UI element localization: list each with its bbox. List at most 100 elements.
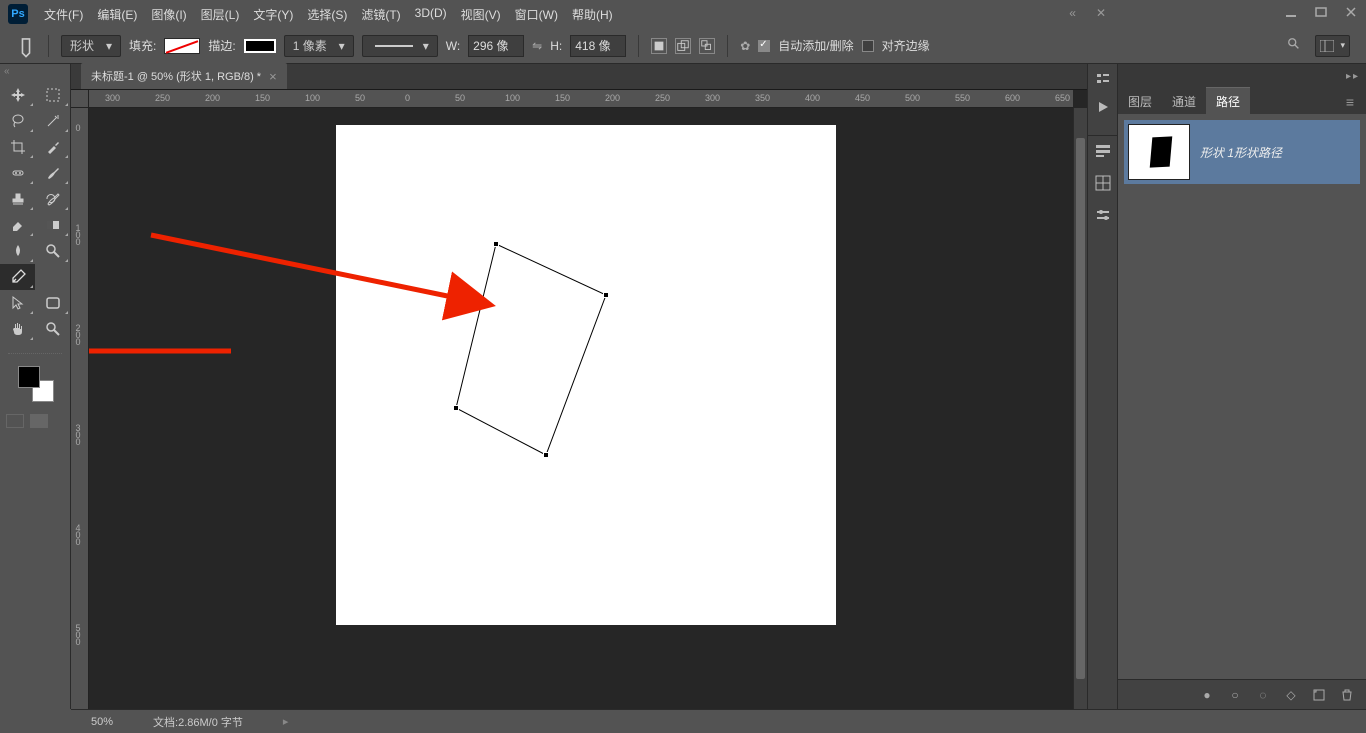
zoom-tool[interactable] bbox=[35, 316, 70, 342]
app-logo: Ps bbox=[8, 4, 28, 24]
options-bar: 形状▾ 填充: 描边: 1 像素▾ ▾ W: 296 像 ⇋ H: 418 像 … bbox=[0, 28, 1366, 64]
dock-icon-char[interactable] bbox=[1093, 174, 1113, 192]
tab-title: 未标题-1 @ 50% (形状 1, RGB/8) * bbox=[91, 68, 261, 84]
menu-3d[interactable]: 3D(D) bbox=[409, 2, 453, 27]
separator bbox=[727, 35, 728, 57]
stroke-width-dropdown[interactable]: 1 像素▾ bbox=[284, 35, 354, 57]
window-controls bbox=[1282, 4, 1360, 20]
move-tool[interactable] bbox=[0, 82, 35, 108]
dock-icon-1[interactable] bbox=[1093, 70, 1113, 88]
new-path-icon[interactable] bbox=[1312, 688, 1326, 702]
blur-tool[interactable] bbox=[0, 238, 35, 264]
search-icon[interactable] bbox=[1287, 37, 1301, 54]
make-path-icon[interactable]: ◇ bbox=[1284, 688, 1298, 702]
tab-channels[interactable]: 通道 bbox=[1162, 88, 1206, 114]
eraser-tool[interactable] bbox=[0, 212, 35, 238]
width-input[interactable]: 296 像 bbox=[468, 35, 524, 57]
menu-edit[interactable]: 编辑(E) bbox=[91, 2, 143, 27]
height-input[interactable]: 418 像 bbox=[570, 35, 626, 57]
fill-path-icon[interactable]: ● bbox=[1200, 688, 1214, 702]
path-op-icon-1[interactable] bbox=[651, 38, 667, 54]
lasso-tool[interactable] bbox=[0, 108, 35, 134]
close-icon[interactable]: ✕ bbox=[1096, 6, 1106, 20]
path-select-tool[interactable] bbox=[0, 290, 35, 316]
dock-icon-adjust[interactable] bbox=[1093, 206, 1113, 224]
canvas[interactable] bbox=[336, 125, 836, 625]
history-brush-tool[interactable] bbox=[35, 186, 70, 212]
menu-view[interactable]: 视图(V) bbox=[455, 2, 507, 27]
collapse-icon[interactable]: ▸▸ bbox=[1346, 71, 1360, 82]
tab-paths[interactable]: 路径 bbox=[1206, 87, 1250, 114]
toolbox-collapse-icon[interactable]: « bbox=[4, 66, 16, 76]
anchor-point[interactable] bbox=[543, 452, 549, 458]
anchor-point[interactable] bbox=[453, 405, 459, 411]
mode-dropdown[interactable]: 形状▾ bbox=[61, 35, 121, 57]
foreground-color[interactable] bbox=[18, 366, 40, 388]
vertical-scrollbar[interactable] bbox=[1073, 108, 1087, 709]
vertical-ruler: 0 100 200 300 400 500 600 bbox=[71, 108, 89, 709]
menu-window[interactable]: 窗口(W) bbox=[509, 2, 564, 27]
path-op-icon-2[interactable] bbox=[675, 38, 691, 54]
path-name[interactable]: 形状 1形状路径 bbox=[1200, 144, 1282, 161]
dock-icon-history[interactable] bbox=[1093, 142, 1113, 160]
marquee-tool[interactable] bbox=[35, 82, 70, 108]
document-tab[interactable]: 未标题-1 @ 50% (形状 1, RGB/8) * × bbox=[81, 63, 287, 89]
close-button[interactable] bbox=[1342, 4, 1360, 20]
path-thumbnail bbox=[1128, 124, 1190, 180]
paths-panel: 形状 1形状路径 bbox=[1118, 114, 1366, 679]
brush-tool[interactable] bbox=[35, 160, 70, 186]
color-swatches bbox=[0, 366, 70, 402]
stroke-path-icon[interactable]: ○ bbox=[1228, 688, 1242, 702]
hand-tool[interactable] bbox=[0, 316, 35, 342]
gear-icon[interactable]: ✿ bbox=[740, 39, 750, 53]
menu-layer[interactable]: 图层(L) bbox=[195, 2, 246, 27]
panel-tabs: 图层 通道 路径 ≡ bbox=[1118, 88, 1366, 114]
w-label: W: bbox=[446, 39, 460, 53]
stamp-tool[interactable] bbox=[0, 186, 35, 212]
wand-tool[interactable] bbox=[35, 108, 70, 134]
menu-select[interactable]: 选择(S) bbox=[301, 2, 353, 27]
minimize-button[interactable] bbox=[1282, 4, 1300, 20]
rectangle-tool[interactable] bbox=[35, 290, 70, 316]
anchor-point[interactable] bbox=[603, 292, 609, 298]
crop-tool[interactable] bbox=[0, 134, 35, 160]
menu-image[interactable]: 图像(I) bbox=[145, 2, 192, 27]
dodge-tool[interactable] bbox=[35, 238, 70, 264]
align-checkbox[interactable] bbox=[862, 40, 874, 52]
healing-tool[interactable] bbox=[0, 160, 35, 186]
main-menu: 文件(F) 编辑(E) 图像(I) 图层(L) 文字(Y) 选择(S) 滤镜(T… bbox=[38, 2, 619, 27]
tab-layers[interactable]: 图层 bbox=[1118, 88, 1162, 114]
path-op-icon-3[interactable] bbox=[699, 38, 715, 54]
path-item[interactable]: 形状 1形状路径 bbox=[1124, 120, 1360, 184]
pen-tool[interactable] bbox=[0, 264, 35, 290]
quick-mask-button[interactable] bbox=[6, 414, 24, 428]
fill-swatch[interactable] bbox=[164, 38, 200, 54]
zoom-level[interactable]: 50% bbox=[91, 716, 113, 728]
menu-file[interactable]: 文件(F) bbox=[38, 2, 89, 27]
tab-close-icon[interactable]: × bbox=[269, 69, 277, 84]
menu-help[interactable]: 帮助(H) bbox=[566, 2, 619, 27]
maximize-button[interactable] bbox=[1312, 4, 1330, 20]
selection-icon[interactable]: ◌ bbox=[1256, 688, 1270, 702]
dock-icon-play[interactable] bbox=[1093, 98, 1113, 116]
workspace-dropdown[interactable]: ▾ bbox=[1315, 35, 1350, 57]
menu-filter[interactable]: 滤镜(T) bbox=[355, 2, 406, 27]
link-icon[interactable]: ⇋ bbox=[532, 39, 542, 53]
eyedropper-tool[interactable] bbox=[35, 134, 70, 160]
stroke-width-value: 1 像素 bbox=[293, 37, 327, 54]
gradient-tool[interactable] bbox=[35, 212, 70, 238]
collapse-icon[interactable]: « bbox=[1069, 6, 1076, 20]
auto-checkbox[interactable] bbox=[758, 40, 770, 52]
menu-type[interactable]: 文字(Y) bbox=[247, 2, 299, 27]
trash-icon[interactable] bbox=[1340, 688, 1354, 702]
screen-mode-button[interactable] bbox=[30, 414, 48, 428]
horizontal-ruler: 300 250 200 150 100 50 0 50 100 150 200 … bbox=[89, 90, 1073, 108]
canvas-viewport[interactable] bbox=[89, 108, 1073, 709]
stroke-style-dropdown[interactable]: ▾ bbox=[362, 35, 438, 57]
doc-info[interactable]: 文档:2.86M/0 字节 bbox=[153, 714, 243, 730]
stroke-swatch[interactable] bbox=[244, 39, 276, 53]
status-arrow-icon[interactable]: ▸ bbox=[283, 715, 289, 728]
title-bar: Ps 文件(F) 编辑(E) 图像(I) 图层(L) 文字(Y) 选择(S) 滤… bbox=[0, 0, 1366, 28]
panel-footer: ● ○ ◌ ◇ bbox=[1118, 679, 1366, 709]
panel-menu-icon[interactable]: ≡ bbox=[1342, 90, 1358, 114]
